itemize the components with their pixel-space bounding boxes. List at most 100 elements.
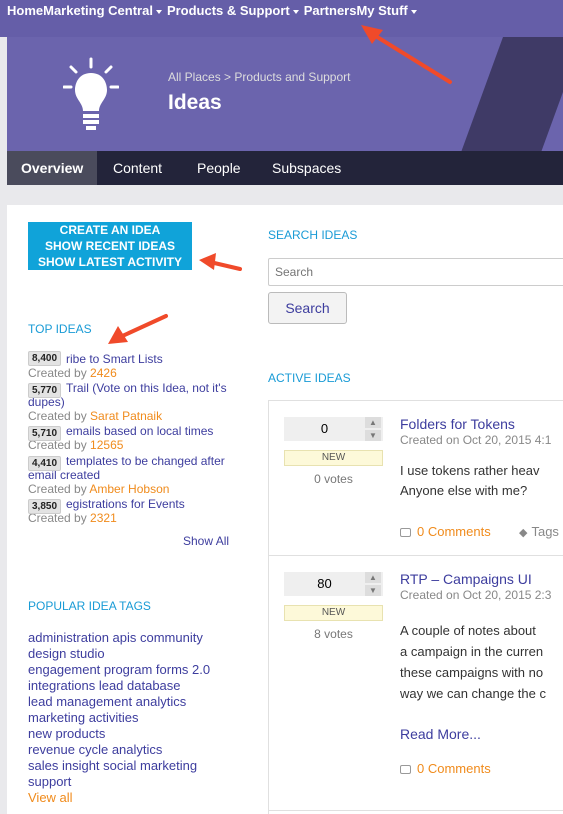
space-tabs: Overview Content People Subspaces (7, 151, 563, 185)
nav-marketing-central[interactable]: Marketing Central (43, 3, 153, 18)
created-by-label: Created by (28, 366, 87, 380)
chevron-down-icon[interactable] (410, 9, 417, 14)
idea-title-link[interactable]: RTP – Campaigns UI (400, 571, 532, 587)
top-idea-item: 5,710 emails based on local times Create… (28, 424, 238, 452)
score-badge: 3,850 (28, 499, 62, 514)
view-all-tags-link[interactable]: View all (28, 790, 73, 805)
tag-line[interactable]: revenue cycle analytics (28, 742, 162, 757)
show-recent-ideas-label[interactable]: SHOW RECENT IDEAS (28, 238, 192, 254)
main-content: CREATE AN IDEA SHOW RECENT IDEAS SHOW LA… (7, 205, 563, 814)
tag-line[interactable]: new products (28, 726, 105, 741)
top-ideas-heading: TOP IDEAS (28, 322, 92, 336)
score-badge: 8,400 (28, 351, 62, 366)
idea-title-link[interactable]: Folders for Tokens (400, 416, 515, 432)
vote-up-icon[interactable]: ▲ (365, 572, 381, 583)
nav-partners[interactable]: Partners (304, 3, 357, 18)
vote-up-icon[interactable]: ▲ (365, 417, 381, 428)
breadcrumb: All Places > Products and Support (168, 70, 350, 84)
create-idea-label[interactable]: CREATE AN IDEA (28, 222, 192, 238)
idea-card (268, 810, 563, 814)
idea-card: 80 ▲ ▼ NEW 8 votes RTP – Campaigns UI Cre… (268, 555, 563, 810)
create-idea-button[interactable]: CREATE AN IDEA SHOW RECENT IDEAS SHOW LA… (28, 222, 192, 270)
tab-people[interactable]: People (197, 151, 241, 185)
idea-date: Created on Oct 20, 2015 2:3 (400, 588, 552, 602)
space-header: All Places > Products and Support Ideas (7, 37, 563, 151)
search-input[interactable] (268, 258, 563, 286)
chevron-down-icon[interactable] (292, 9, 299, 14)
tag-line[interactable]: engagement program forms 2.0 (28, 662, 210, 677)
nav-home[interactable]: Home (7, 3, 43, 18)
idea-body-line: A couple of notes about (400, 623, 536, 638)
votes-label: 0 votes (314, 472, 353, 486)
breadcrumb-products-support[interactable]: Products and Support (234, 70, 350, 84)
author-link[interactable]: 2321 (90, 511, 117, 525)
tag-line[interactable]: support (28, 774, 71, 789)
top-idea-item: 3,850 egistrations for Events Created by… (28, 497, 238, 525)
author-link[interactable]: 2426 (90, 366, 117, 380)
search-ideas-heading: SEARCH IDEAS (268, 228, 358, 242)
top-navigation: HomeMarketing Central Products & Support P… (0, 0, 563, 37)
show-all-link[interactable]: Show All (183, 534, 229, 548)
vote-down-icon[interactable]: ▼ (365, 585, 381, 596)
read-more-link[interactable]: Read More... (400, 726, 481, 742)
comments-label[interactable]: 0 Comments (417, 524, 491, 539)
nav-products-support[interactable]: Products & Support (167, 3, 290, 18)
comments-label[interactable]: 0 Comments (417, 761, 491, 776)
author-link[interactable]: 12565 (90, 438, 123, 452)
breadcrumb-separator: > (224, 70, 232, 84)
idea-body: A couple of notes about a campaign in th… (400, 620, 546, 704)
comment-icon (400, 528, 411, 538)
tab-subspaces[interactable]: Subspaces (272, 151, 341, 185)
tags-label[interactable]: Tags (531, 524, 558, 539)
comments-link[interactable]: 0 Comments (400, 761, 491, 776)
show-latest-activity-label[interactable]: SHOW LATEST ACTIVITY (28, 254, 192, 270)
tab-overview[interactable]: Overview (7, 151, 98, 185)
page-title: Ideas (168, 91, 222, 114)
tag-line[interactable]: marketing activities (28, 710, 139, 725)
author-link[interactable]: Amber Hobson (89, 482, 169, 496)
vote-count: 0 ▲ ▼ (284, 417, 383, 441)
tag-line[interactable]: lead management analytics (28, 694, 186, 709)
idea-date: Created on Oct 20, 2015 4:1 (400, 433, 552, 447)
top-idea-item: 4,410 templates to be changed after emai… (28, 454, 238, 496)
idea-body-line: way we can change the c (400, 686, 546, 701)
idea-card: 0 ▲ ▼ NEW 0 votes Folders for Tokens Crea… (268, 400, 563, 555)
top-nav-items: HomeMarketing Central Products & Support P… (7, 3, 422, 18)
active-ideas-heading: ACTIVE IDEAS (268, 371, 351, 385)
status-badge: NEW (284, 605, 383, 621)
idea-body-line: Anyone else with me? (400, 483, 528, 498)
tags-link[interactable]: ◆ Tags (519, 524, 559, 539)
author-link[interactable]: Sarat Patnaik (90, 409, 162, 423)
vote-count-value: 80 (317, 576, 332, 591)
comments-link[interactable]: 0 Comments (400, 524, 491, 539)
created-by-label: Created by (28, 409, 87, 423)
breadcrumb-all-places[interactable]: All Places (168, 70, 221, 84)
vote-down-icon[interactable]: ▼ (365, 430, 381, 441)
score-badge: 5,770 (28, 383, 62, 398)
top-idea-item: 5,770 Trail (Vote on this Idea, not it's… (28, 381, 238, 423)
tab-content[interactable]: Content (113, 151, 162, 185)
tag-icon: ◆ (519, 527, 528, 539)
tag-line[interactable]: sales insight social marketing (28, 758, 197, 773)
votes-label: 8 votes (314, 627, 353, 641)
header-decoration (461, 37, 563, 151)
tag-line[interactable]: design studio (28, 646, 105, 661)
lightbulb-icon (63, 57, 119, 130)
tag-line[interactable]: administration apis community (28, 630, 203, 645)
search-button[interactable]: Search (268, 292, 347, 324)
idea-body-line: a campaign in the curren (400, 644, 544, 659)
idea-body-line: these campaigns with no (400, 665, 544, 680)
left-column: CREATE AN IDEA SHOW RECENT IDEAS SHOW LA… (7, 205, 257, 814)
idea-body-line: I use tokens rather heav (400, 463, 540, 478)
idea-body: I use tokens rather heav Anyone else wit… (400, 461, 539, 501)
created-by-label: Created by (28, 482, 87, 496)
popular-tags-heading: POPULAR IDEA TAGS (28, 599, 151, 613)
tag-line[interactable]: integrations lead database (28, 678, 181, 693)
top-idea-item: 8,400 ribe to Smart Lists Created by 242… (28, 351, 238, 380)
vote-count: 80 ▲ ▼ (284, 572, 383, 596)
annotation-arrow (108, 314, 168, 344)
score-badge: 5,710 (28, 426, 62, 441)
annotation-arrow (361, 25, 452, 84)
nav-my-stuff[interactable]: My Stuff (356, 3, 407, 18)
chevron-down-icon[interactable] (155, 9, 162, 14)
